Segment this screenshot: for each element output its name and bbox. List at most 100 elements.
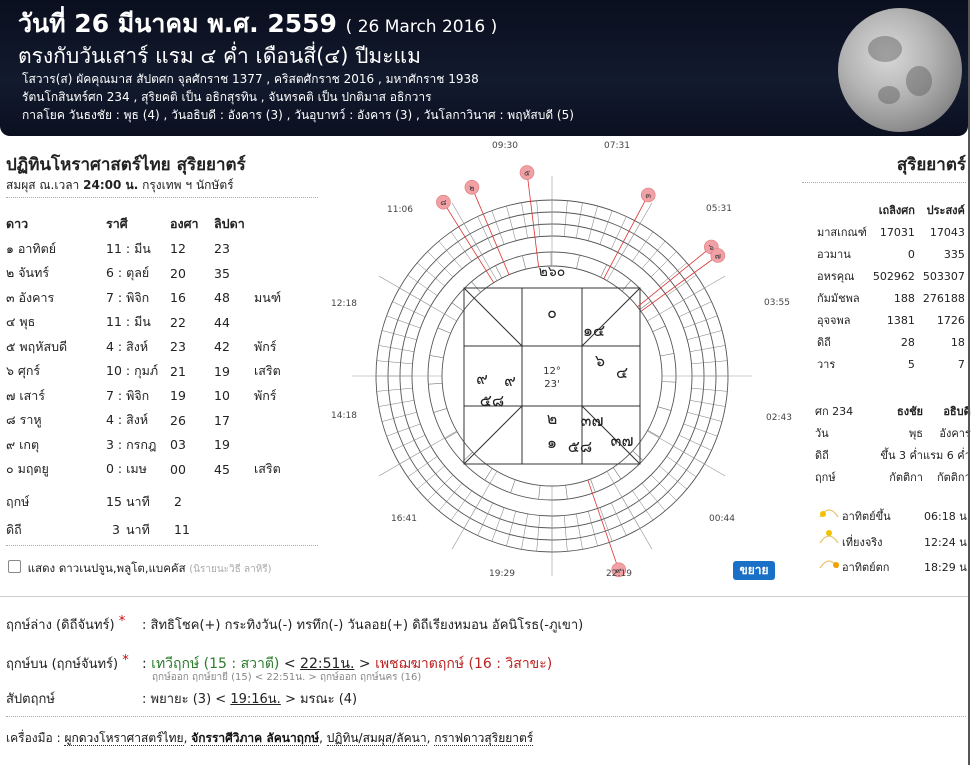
planet-note xyxy=(254,408,314,433)
wheel-tick xyxy=(521,513,528,550)
suriyayat-label: กัมมัชพล xyxy=(817,292,860,305)
suriyayat-a: 17031 xyxy=(879,225,915,239)
col-prasong: ประสงค์ xyxy=(926,204,965,217)
planet-name: ๗ เสาร์ xyxy=(6,387,46,403)
show-outer-planets-checkbox[interactable] xyxy=(8,560,21,573)
required-star: * xyxy=(122,653,129,668)
sunrise-label: อาทิตย์ขึ้น xyxy=(842,510,891,523)
wheel-tick xyxy=(376,360,413,365)
tool-link-calendar[interactable]: ปฏิทิน/สมผุส/ลัคนา xyxy=(326,731,427,746)
house-numeral: ๖ xyxy=(595,351,605,370)
wheel-tick xyxy=(576,255,580,269)
wheel-time-label: 07:31 xyxy=(604,141,630,151)
planet-note xyxy=(254,433,314,458)
wheel-tick xyxy=(450,490,472,521)
wheel-spoke xyxy=(378,275,457,322)
planet-name: ๓ อังคาร xyxy=(6,289,55,305)
wheel-spoke xyxy=(647,430,726,477)
wheel-tick xyxy=(381,411,417,422)
wheel-tick xyxy=(659,262,687,287)
lunar-date-line: ตรงกับวันเสาร์ แรม ๔ ค่ำ เดือนสี่(๔) ปีม… xyxy=(18,44,421,68)
wheel-tick xyxy=(477,502,494,536)
planet-row: ๖ ศุกร์ 10 : กุมภ์ 21 19 เสริต xyxy=(6,359,314,384)
upper-lerk-label-text: ฤกษ์บน (ฤกษ์จันทร์) xyxy=(6,657,119,672)
wheel-tick xyxy=(392,301,426,318)
wheel-tick xyxy=(563,200,568,237)
col-degree: องศา xyxy=(170,216,199,232)
sunrise-time: 06:18 น. xyxy=(924,510,971,523)
tools-row: เครื่องมือ : ผูกดวงโหราศาสตร์ไทย, จักรรา… xyxy=(6,731,534,746)
wheel-time-label: 22:19 xyxy=(606,569,632,579)
suriyayat-label: อุจจพล xyxy=(817,314,851,327)
planet-min: 42 xyxy=(214,339,230,355)
thongchai-label: ฤกษ์ xyxy=(815,471,836,484)
suriyayat-b: 18 xyxy=(950,335,965,349)
tool-link-graph[interactable]: กราฟดาวสุริยยาตร์ xyxy=(434,731,534,746)
planet-deg: 12 xyxy=(170,241,186,257)
wheel-tick xyxy=(587,511,598,547)
wheel-houses: 12°23'๐๑๔๖๔๓๗๓๗๕๘๑๒๕๘๙๙๒๖๐ xyxy=(463,264,641,465)
planet-pin-line xyxy=(526,172,539,267)
wheel-tick xyxy=(652,325,666,332)
suriyayat-a: 5 xyxy=(907,357,915,371)
wheel-tick xyxy=(407,274,438,296)
wheel-tick xyxy=(381,330,417,341)
planet-min: 19 xyxy=(214,437,230,453)
subtitle-location: กรุงเทพ ฯ นักษัตร์ xyxy=(142,178,234,192)
house-numeral: ๔ xyxy=(616,363,628,382)
diti-summary: ดิถี 3 นาที 11 xyxy=(6,520,190,540)
suriyayat-a: 0 xyxy=(907,247,915,261)
suriyayat-row: อวมาน 0 335 xyxy=(815,243,967,265)
wheel-time-label: 00:44 xyxy=(709,514,735,524)
sunrise-icon xyxy=(819,509,839,518)
planet-min: 45 xyxy=(214,461,230,477)
suriyayat-row: กัมมัชพล 188 276188 xyxy=(815,287,967,309)
planet-row: ๙ เกตุ 3 : กรกฎ 03 19 xyxy=(6,433,314,458)
suriyayat-row: อหรคุณ 502962 503307 xyxy=(815,265,967,287)
wheel-tick xyxy=(417,262,445,287)
tool-link-zodiac[interactable]: จักรราศีวิภาค ลัคนาฤกษ์ xyxy=(191,731,320,746)
wheel-tick xyxy=(451,302,464,312)
date-title-thai: วันที่ 26 มีนาคม พ.ศ. 2559 xyxy=(18,9,337,38)
show-outer-planets-option[interactable]: แสดง ดาวเนปจูน,พลูโต,แบคคัส (นิรายนะวิธี… xyxy=(8,560,272,578)
sapta-lerk-label: สัปตฤกษ์ xyxy=(6,692,55,707)
suriyayat-label: ดิถี xyxy=(817,336,831,349)
wheel-tick xyxy=(565,485,568,500)
wheel-tick xyxy=(506,205,517,241)
planet-deg: 19 xyxy=(170,388,186,404)
wheel-tick xyxy=(687,330,723,341)
planet-rasi: 11 : มีน xyxy=(106,314,151,330)
suriyayat-b: 17043 xyxy=(929,225,965,239)
wheel-spoke xyxy=(451,471,498,550)
tool-link-horoscope[interactable]: ผูกดวงโหราศาสตร์ไทย xyxy=(64,731,184,746)
planet-min: 48 xyxy=(214,290,230,306)
diti-label: ดิถี xyxy=(6,522,22,537)
date-title: วันที่ 26 มีนาคม พ.ศ. 2559 ( 26 March 20… xyxy=(18,4,497,44)
subtitle-time: 24:00 น. xyxy=(83,178,139,192)
zoom-button[interactable]: ขยาย xyxy=(733,561,775,580)
thongchai-b: อังคาร xyxy=(939,427,971,440)
upper-lerk-detail: ฤกษ์ออก ฤกษ์ยายี (15) < 22:51น. > ฤกษ์ออ… xyxy=(152,672,422,683)
planet-rasi: 6 : ตุลย์ xyxy=(106,265,150,281)
sapta-time: 19:16น. xyxy=(230,692,281,707)
sunset-time: 18:29 น. xyxy=(924,561,971,574)
planet-name: ๙ เกตุ xyxy=(6,436,40,452)
planet-row: ๓ อังคาร 7 : พิจิก 16 48 มนฑ์ xyxy=(6,286,314,311)
planet-note: เสริต xyxy=(254,363,281,379)
wheel-tick xyxy=(437,327,451,334)
suriyayat-label: วาร xyxy=(817,358,836,371)
wheel-tick xyxy=(522,255,527,270)
planet-name: ๕ พฤหัสบดี xyxy=(6,338,68,354)
wheel-tick xyxy=(632,231,654,262)
planet-row: ๒ จันทร์ 6 : ตุลย์ 20 35 xyxy=(6,261,314,286)
planet-note xyxy=(254,310,314,335)
left-panel-title: ปฏิทินโหราศาสตร์ไทย สุริยยาตร์ xyxy=(6,155,246,175)
planet-table: ดาว ราศี องศา ลิปดา ๑ อาทิตย์ 11 : มีน 12 2… xyxy=(6,212,314,482)
wheel-tick xyxy=(641,483,666,511)
colon: : xyxy=(142,656,147,672)
suriyayat-b: 503307 xyxy=(922,269,965,283)
planet-min: 10 xyxy=(214,388,230,404)
wheel-tick xyxy=(612,467,622,480)
planet-deg: 20 xyxy=(170,265,186,281)
planet-rasi: 7 : พิจิก xyxy=(106,289,150,305)
